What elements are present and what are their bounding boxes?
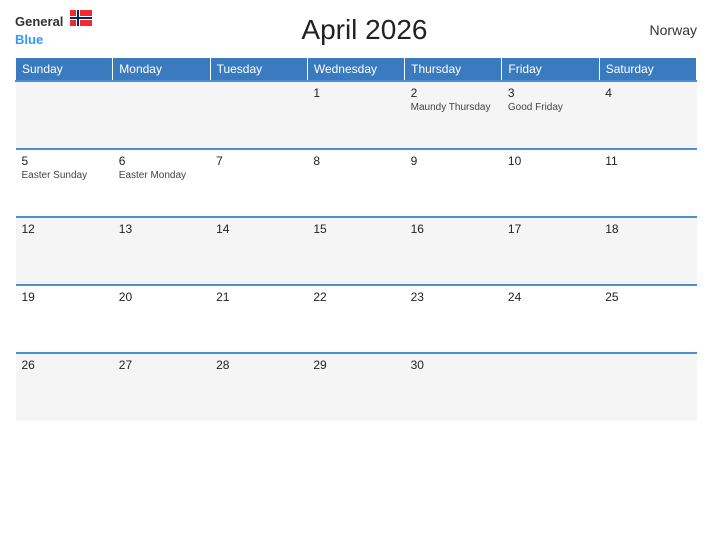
calendar-week-row: 12 13 14 15 16 17 18: [16, 217, 697, 285]
day-number: 4: [605, 86, 690, 100]
calendar-cell: [210, 81, 307, 149]
day-number: 16: [411, 222, 496, 236]
calendar-week-row: 26 27 28 29 30: [16, 353, 697, 421]
calendar-week-row: 19 20 21 22 23 24 25: [16, 285, 697, 353]
day-number: 28: [216, 358, 301, 372]
weekday-header: Wednesday: [307, 58, 404, 82]
day-number: 1: [313, 86, 398, 100]
day-number: 20: [119, 290, 204, 304]
day-number: 26: [22, 358, 107, 372]
day-number: 27: [119, 358, 204, 372]
calendar-cell: 3 Good Friday: [502, 81, 599, 149]
day-number: 11: [605, 154, 690, 168]
logo-blue-text: Blue: [15, 31, 92, 49]
day-number: 17: [508, 222, 593, 236]
day-number: 24: [508, 290, 593, 304]
calendar-cell: 5 Easter Sunday: [16, 149, 113, 217]
calendar-table: SundayMondayTuesdayWednesdayThursdayFrid…: [15, 57, 697, 421]
day-number: 29: [313, 358, 398, 372]
day-number: 22: [313, 290, 398, 304]
calendar-cell: 13: [113, 217, 210, 285]
calendar-cell: 15: [307, 217, 404, 285]
calendar-cell: 20: [113, 285, 210, 353]
calendar-cell: 23: [405, 285, 502, 353]
weekday-header: Thursday: [405, 58, 502, 82]
calendar-cell: 29: [307, 353, 404, 421]
weekday-header: Sunday: [16, 58, 113, 82]
calendar-title: April 2026: [92, 14, 637, 46]
calendar-cell: 9: [405, 149, 502, 217]
calendar-cell: 22: [307, 285, 404, 353]
calendar-cell: 14: [210, 217, 307, 285]
calendar-cell: 21: [210, 285, 307, 353]
holiday-label: Good Friday: [508, 102, 593, 113]
weekday-header: Friday: [502, 58, 599, 82]
calendar-cell: 1: [307, 81, 404, 149]
day-number: 25: [605, 290, 690, 304]
day-number: 30: [411, 358, 496, 372]
country-label: Norway: [637, 22, 697, 38]
day-number: 5: [22, 154, 107, 168]
logo: General Blue: [15, 10, 92, 49]
calendar-cell: 16: [405, 217, 502, 285]
calendar-cell: 4: [599, 81, 696, 149]
day-number: 10: [508, 154, 593, 168]
calendar-cell: 6 Easter Monday: [113, 149, 210, 217]
day-number: 14: [216, 222, 301, 236]
calendar-cell: 26: [16, 353, 113, 421]
day-number: 9: [411, 154, 496, 168]
calendar-cell: 2 Maundy Thursday: [405, 81, 502, 149]
logo-general-text: General: [15, 10, 92, 31]
day-number: 6: [119, 154, 204, 168]
calendar-cell: 25: [599, 285, 696, 353]
calendar-cell: 18: [599, 217, 696, 285]
calendar-cell: 10: [502, 149, 599, 217]
day-number: 2: [411, 86, 496, 100]
day-number: 23: [411, 290, 496, 304]
calendar-cell: [113, 81, 210, 149]
calendar-cell: 8: [307, 149, 404, 217]
calendar-cell: 27: [113, 353, 210, 421]
calendar-cell: 28: [210, 353, 307, 421]
weekday-header-row: SundayMondayTuesdayWednesdayThursdayFrid…: [16, 58, 697, 82]
day-number: 21: [216, 290, 301, 304]
calendar-cell: 12: [16, 217, 113, 285]
day-number: 8: [313, 154, 398, 168]
flag-icon: [70, 10, 92, 26]
weekday-header: Saturday: [599, 58, 696, 82]
weekday-header: Monday: [113, 58, 210, 82]
holiday-label: Maundy Thursday: [411, 102, 496, 113]
calendar-week-row: 12 Maundy Thursday 3 Good Friday 4: [16, 81, 697, 149]
day-number: 15: [313, 222, 398, 236]
calendar-cell: [599, 353, 696, 421]
calendar-cell: [502, 353, 599, 421]
page: General Blue April 2026 Norway: [0, 0, 712, 550]
weekday-header: Tuesday: [210, 58, 307, 82]
calendar-cell: [16, 81, 113, 149]
calendar-body: 12 Maundy Thursday 3 Good Friday 4 5 Easter Su…: [16, 81, 697, 421]
calendar-cell: 7: [210, 149, 307, 217]
calendar-header: SundayMondayTuesdayWednesdayThursdayFrid…: [16, 58, 697, 82]
day-number: 13: [119, 222, 204, 236]
calendar-cell: 30: [405, 353, 502, 421]
day-number: 3: [508, 86, 593, 100]
day-number: 18: [605, 222, 690, 236]
calendar-week-row: 5 Easter Sunday 6 Easter Monday 789 10 11: [16, 149, 697, 217]
holiday-label: Easter Monday: [119, 170, 204, 181]
calendar-cell: 11: [599, 149, 696, 217]
day-number: 12: [22, 222, 107, 236]
holiday-label: Easter Sunday: [22, 170, 107, 181]
day-number: 7: [216, 154, 301, 168]
header: General Blue April 2026 Norway: [15, 10, 697, 49]
calendar-cell: 17: [502, 217, 599, 285]
calendar-cell: 19: [16, 285, 113, 353]
calendar-cell: 24: [502, 285, 599, 353]
day-number: 19: [22, 290, 107, 304]
